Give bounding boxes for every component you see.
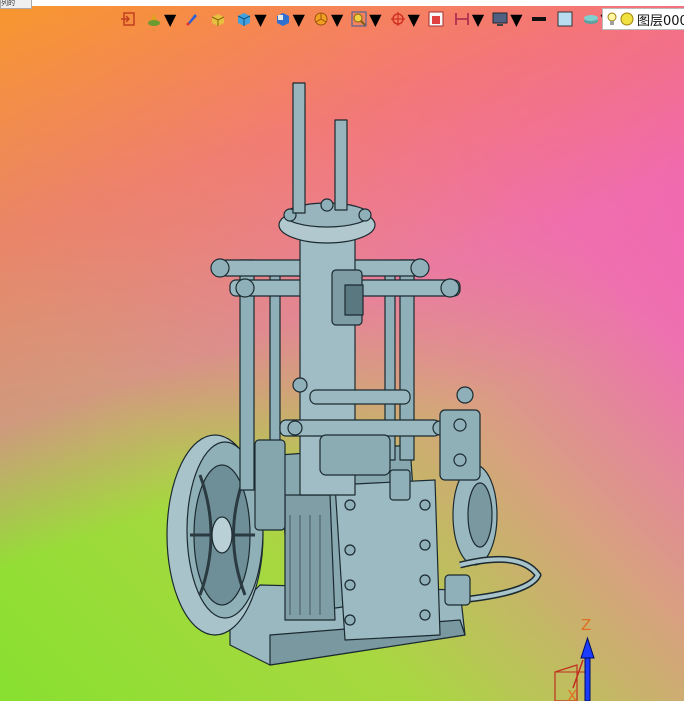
chevron-down-icon[interactable]: ▼ [472,10,484,29]
view-cube-icon[interactable] [234,9,254,29]
crosshair-icon[interactable] [388,9,408,29]
chevron-down-icon[interactable]: ▼ [254,10,266,29]
tab-stub[interactable]: 列的 [0,0,32,9]
exit-sketch-icon[interactable] [118,9,138,29]
zoom-frame-icon[interactable] [349,9,369,29]
view-split-icon[interactable] [452,9,472,29]
chevron-down-icon[interactable]: ▼ [331,10,343,29]
lamp-filter-icon[interactable] [144,9,164,29]
cube-section-icon[interactable] [273,9,293,29]
layer-sun-icon[interactable] [620,12,634,26]
chevron-down-icon[interactable]: ▼ [369,10,381,29]
monitor-icon[interactable] [490,9,510,29]
render-pie-icon[interactable] [311,9,331,29]
color-swatch-icon[interactable] [555,9,575,29]
red-frame-icon[interactable] [426,9,446,29]
lightbulb-icon[interactable] [607,12,617,26]
x-axis-label: X [567,687,577,701]
title-strip [0,0,684,6]
chevron-down-icon[interactable]: ▼ [164,10,176,29]
view-toolbar: ▼ ▼ ▼ ▼ ▼ ▼ ▼ ▼ [118,8,617,30]
box-solid-icon[interactable] [208,9,228,29]
axis-triad: Z X [554,616,595,701]
steam-engine-model[interactable] [160,75,550,675]
chevron-down-icon[interactable]: ▼ [293,10,305,29]
z-axis-label: Z [581,616,591,634]
layer-name: 图层000 [637,13,684,29]
line-weight-icon[interactable] [529,9,549,29]
pen-icon[interactable] [182,9,202,29]
layer-selector[interactable]: 图层000 [602,8,684,30]
chevron-down-icon[interactable]: ▼ [510,10,522,29]
layer-stack-icon[interactable] [581,9,601,29]
chevron-down-icon[interactable]: ▼ [408,10,420,29]
